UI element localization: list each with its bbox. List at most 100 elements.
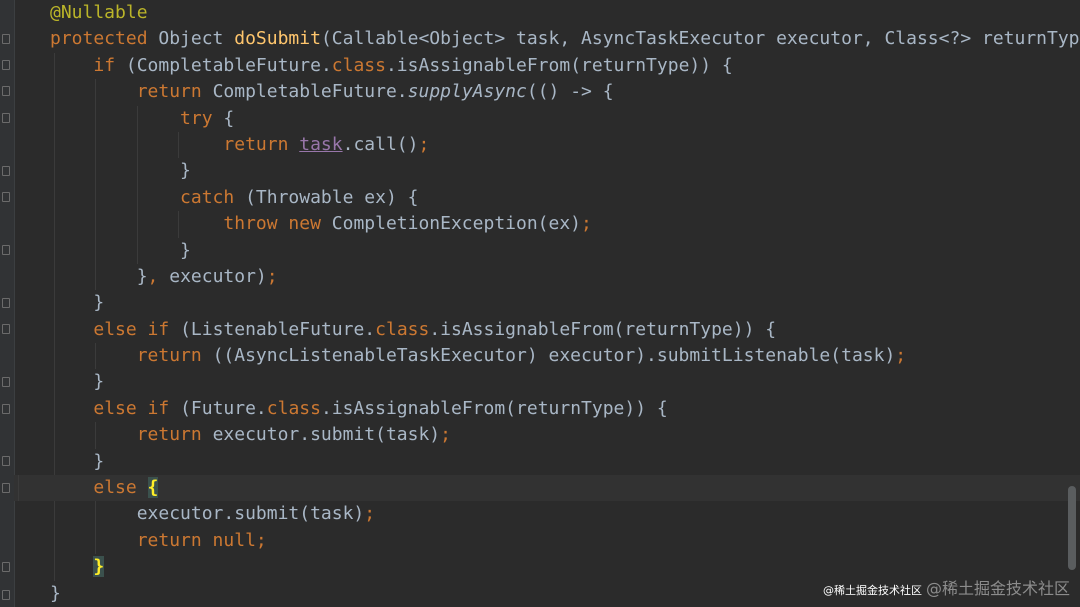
- code-token: class: [375, 318, 430, 340]
- code-token: .call(): [342, 133, 419, 155]
- code-line[interactable]: else if (ListenableFuture.class.isAssign…: [50, 316, 1080, 344]
- indent-guide: [136, 184, 138, 212]
- code-token: ;: [255, 529, 267, 551]
- indent-guide: [95, 343, 97, 370]
- code-token: catch: [180, 186, 246, 208]
- fold-marker-icon[interactable]: [2, 456, 10, 466]
- indent-guide: [136, 105, 138, 132]
- fold-marker-icon[interactable]: [2, 60, 10, 70]
- code-token: ;: [581, 213, 592, 235]
- fold-marker-icon[interactable]: [2, 192, 10, 202]
- watermark-small: @稀土掘金技术社区: [822, 584, 922, 597]
- indent-guide: [95, 131, 97, 159]
- code-line[interactable]: try {: [50, 105, 1080, 132]
- code-token: else: [93, 477, 148, 499]
- code-line[interactable]: return executor.submit(task);: [50, 422, 1080, 449]
- indent-guide: [95, 237, 97, 264]
- code-token: class: [331, 54, 386, 76]
- code-line[interactable]: else if (Future.class.isAssignableFrom(r…: [50, 395, 1080, 423]
- indent-guide: [54, 237, 55, 264]
- fold-marker-icon[interactable]: [2, 86, 10, 96]
- code-token: return: [136, 345, 213, 367]
- watermark-text: @稀土掘金技术社区: [925, 579, 1070, 598]
- code-token: ;: [266, 265, 278, 287]
- code-token: executor.submit(task): [212, 424, 441, 446]
- fold-marker-icon[interactable]: [2, 590, 10, 600]
- indent-guide: [54, 105, 55, 132]
- code-line[interactable]: return ((AsyncListenableTaskExecutor) ex…: [50, 343, 1080, 370]
- code-line[interactable]: else {: [14, 475, 1080, 502]
- fold-marker-icon[interactable]: [2, 245, 10, 255]
- code-line[interactable]: }: [50, 290, 1080, 317]
- code-line[interactable]: @Nullable: [50, 0, 1080, 26]
- fold-marker-icon[interactable]: [2, 562, 10, 572]
- indent-guide: [95, 527, 97, 555]
- code-token: try: [180, 107, 224, 129]
- indent-guide: [54, 211, 55, 238]
- indent-guide: [177, 211, 179, 238]
- vertical-scrollbar[interactable]: [1068, 486, 1076, 570]
- code-line[interactable]: return CompletableFuture.supplyAsync(() …: [50, 79, 1080, 106]
- fold-marker-icon[interactable]: [2, 166, 10, 176]
- code-token: (() -> {: [526, 81, 614, 103]
- code-token: ,: [147, 265, 170, 287]
- code-token: ;: [418, 133, 430, 155]
- code-token: supplyAsync: [407, 81, 527, 103]
- code-editor[interactable]: @Nullable protected Object doSubmit(Calla…: [0, 0, 1080, 607]
- code-line[interactable]: }: [50, 158, 1080, 185]
- fold-marker-icon[interactable]: [2, 34, 10, 44]
- code-line[interactable]: return null;: [50, 527, 1080, 555]
- indent-guide: [54, 527, 55, 555]
- fold-marker-icon[interactable]: [2, 113, 10, 123]
- code-line[interactable]: if (CompletableFuture.class.isAssignable…: [50, 52, 1080, 80]
- indent-guide: [54, 343, 55, 370]
- code-token: (Throwable ex) {: [245, 186, 419, 208]
- code-line[interactable]: }: [50, 237, 1080, 264]
- fold-marker-icon[interactable]: [2, 483, 10, 493]
- code-token: (Future.: [180, 397, 267, 419]
- code-line[interactable]: catch (Throwable ex) {: [50, 184, 1080, 212]
- fold-marker-icon[interactable]: [2, 377, 10, 387]
- code-token: .isAssignableFrom(returnType)) {: [429, 318, 777, 340]
- code-token: {: [147, 477, 159, 499]
- indent-guide: [95, 158, 97, 185]
- code-line[interactable]: executor.submit(task);: [50, 501, 1080, 528]
- code-token: else if: [93, 397, 181, 419]
- code-token: doSubmit: [234, 28, 321, 50]
- code-line[interactable]: }: [50, 369, 1080, 396]
- code-token: (ListenableFuture.: [180, 318, 376, 340]
- code-token: ((AsyncListenableTaskExecutor) executor)…: [212, 345, 896, 367]
- fold-marker-icon[interactable]: [2, 324, 10, 334]
- code-lines[interactable]: @Nullable protected Object doSubmit(Calla…: [14, 0, 1080, 607]
- code-line[interactable]: protected Object doSubmit(Callable<Objec…: [50, 26, 1080, 52]
- code-line[interactable]: }, executor);: [50, 263, 1080, 291]
- indent-guide: [54, 369, 55, 396]
- code-token: }: [50, 265, 148, 287]
- indent-guide: [54, 316, 55, 344]
- fold-marker-icon[interactable]: [2, 404, 10, 414]
- editor-gutter[interactable]: [0, 0, 15, 607]
- code-token: protected: [50, 28, 159, 50]
- indent-guide: [95, 184, 97, 212]
- code-token: Object: [158, 28, 235, 50]
- code-line[interactable]: }: [50, 448, 1080, 476]
- indent-guide: [54, 448, 55, 476]
- indent-guide: [136, 131, 138, 159]
- fold-marker-icon[interactable]: [2, 298, 10, 308]
- code-line[interactable]: throw new CompletionException(ex);: [50, 211, 1080, 238]
- code-line[interactable]: return task.call();: [50, 131, 1080, 159]
- indent-guide: [54, 395, 55, 423]
- code-token: ;: [440, 424, 451, 446]
- indent-guide: [54, 290, 55, 317]
- code-token: }: [50, 450, 105, 472]
- indent-guide: [95, 263, 97, 291]
- indent-guide: [54, 554, 55, 581]
